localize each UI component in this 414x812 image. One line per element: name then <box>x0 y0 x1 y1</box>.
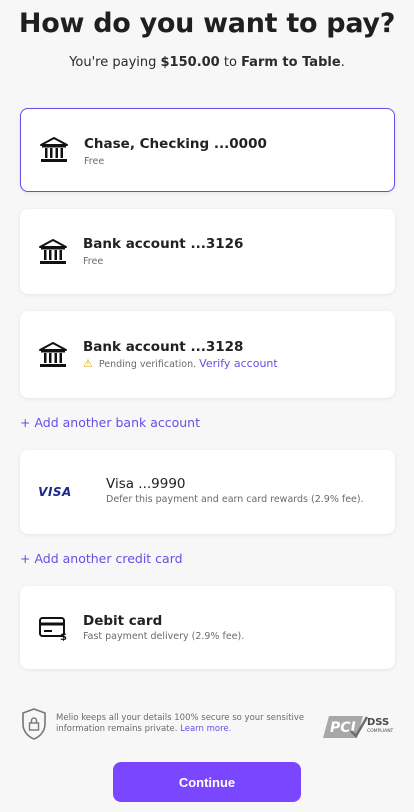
add-credit-card-link[interactable]: + Add another credit card <box>20 551 183 566</box>
debit-card-icon: $ <box>38 613 68 643</box>
verify-account-link[interactable]: Verify account <box>199 357 278 370</box>
card-name: Visa ...9990 <box>106 476 186 492</box>
debit-card-name: Debit card <box>83 613 163 629</box>
page-title: How do you want to pay? <box>18 8 396 39</box>
account-name: Chase, Checking ...0000 <box>84 136 267 152</box>
account-name: Bank account ...3126 <box>83 236 244 252</box>
add-bank-account-link[interactable]: + Add another bank account <box>20 415 200 430</box>
card-description: Defer this payment and earn card rewards… <box>106 494 364 505</box>
warning-icon: ⚠ <box>83 357 93 370</box>
bank-icon <box>39 135 69 165</box>
security-text: Melio keeps all your details 100% secure… <box>56 713 306 735</box>
security-notice: Melio keeps all your details 100% secure… <box>20 707 395 747</box>
debit-card-description: Fast payment delivery (2.9% fee). <box>83 631 245 642</box>
payment-option-debit-card[interactable]: $ Debit card Fast payment delivery (2.9%… <box>20 586 395 669</box>
dss-text: DSS <box>367 717 389 728</box>
pci-dss-badge: PCI DSS COMPLIANT <box>323 711 397 743</box>
svg-text:$: $ <box>60 632 67 641</box>
continue-button[interactable]: Continue <box>113 762 301 802</box>
payment-option-bank-3128[interactable]: Bank account ...3128 ⚠ Pending verificati… <box>20 311 395 398</box>
account-status: ⚠ Pending verification. Verify account <box>83 357 278 370</box>
payment-option-chase-checking[interactable]: Chase, Checking ...0000 Free <box>20 108 395 192</box>
summary-prefix: You're paying <box>69 55 161 70</box>
visa-logo-icon: VISA <box>38 477 72 507</box>
account-fee: Free <box>83 256 104 267</box>
payment-amount: $150.00 <box>160 55 220 70</box>
summary-middle: to <box>219 55 242 70</box>
pending-text: Pending verification. <box>98 359 197 370</box>
account-fee: Free <box>84 156 105 167</box>
account-name: Bank account ...3128 <box>83 339 244 355</box>
bank-icon <box>38 237 68 267</box>
summary-suffix: . <box>340 55 345 70</box>
shield-lock-icon <box>20 707 48 745</box>
payment-summary: You're paying $150.00 to Farm to Table. <box>0 55 414 70</box>
payment-option-visa-9990[interactable]: VISA Visa ...9990 Defer this payment and… <box>20 450 395 534</box>
compliant-text: COMPLIANT <box>367 728 394 734</box>
bank-icon <box>38 340 68 370</box>
learn-more-link[interactable]: Learn more. <box>180 724 231 734</box>
visa-logo: VISA <box>38 485 72 499</box>
payee-name: Farm to Table <box>241 55 341 70</box>
payment-option-bank-3126[interactable]: Bank account ...3126 Free <box>20 209 395 294</box>
